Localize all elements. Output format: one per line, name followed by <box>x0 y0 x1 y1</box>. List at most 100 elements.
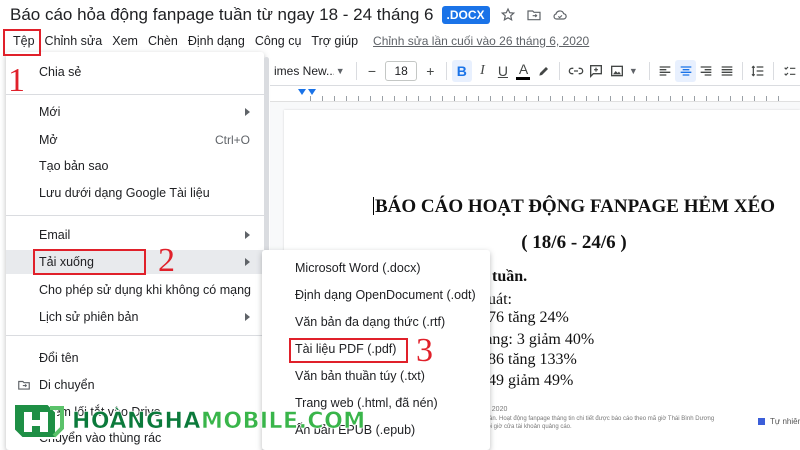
highlight-pen-icon[interactable] <box>534 60 555 82</box>
menu-item-save-as-google-docs[interactable]: Lưu dưới dạng Google Tài liệu <box>6 181 264 205</box>
menu-format[interactable]: Định dạng <box>183 33 250 49</box>
font-family-select[interactable]: imes New... <box>270 64 334 78</box>
annotation-box-pdf <box>289 338 408 363</box>
download-docx[interactable]: Microsoft Word (.docx) <box>262 255 490 281</box>
menu-item-label: Mở <box>39 133 58 147</box>
bold-button[interactable]: B <box>451 59 473 82</box>
font-size-input[interactable]: 18 <box>385 60 418 81</box>
menu-item-label: Lưu dưới dạng Google Tài liệu <box>39 186 210 200</box>
menu-item-offline[interactable]: Cho phép sử dụng khi không có mạng <box>6 278 264 302</box>
last-edit-link[interactable]: Chỉnh sửa lần cuối vào 26 tháng 6, 2020 <box>373 34 589 48</box>
menu-item-label: Đổi tên <box>39 351 79 365</box>
menu-item-label: Chia sẻ <box>39 65 82 79</box>
toolbar-divider <box>648 61 650 80</box>
title-bar: Báo cáo hỏa động fanpage tuần từ ngay 18… <box>0 0 800 30</box>
toolbar-divider <box>741 61 743 80</box>
toolbar-divider <box>559 61 561 80</box>
align-center-icon[interactable] <box>675 59 696 82</box>
align-left-icon[interactable] <box>655 60 676 82</box>
formatting-toolbar: imes New... ▼ − 18 + B I U A ▼ <box>270 56 800 86</box>
document-line: rang: 3 giảm 40% <box>480 331 595 348</box>
menu-item-move[interactable]: Di chuyển <box>6 373 264 397</box>
file-extension-badge: .DOCX <box>441 6 490 24</box>
shortcut-label: Ctrl+O <box>214 133 250 147</box>
menu-item-new[interactable]: Mới <box>6 100 264 124</box>
menu-item-open[interactable]: Mở Ctrl+O <box>6 128 264 152</box>
link-icon[interactable] <box>565 60 586 82</box>
star-icon[interactable] <box>500 7 516 23</box>
menu-item-label: Di chuyển <box>39 378 95 392</box>
menu-item-label: Lịch sử phiên bản <box>39 310 139 324</box>
folder-move-icon <box>17 378 31 392</box>
indent-marker-icon[interactable] <box>298 89 306 95</box>
menu-item-version-history[interactable]: Lịch sử phiên bản <box>6 305 264 329</box>
text-color-label: A <box>518 60 529 77</box>
menu-item-label: Mới <box>39 105 61 119</box>
menu-divider <box>6 94 264 95</box>
annotation-step-3: 3 <box>416 332 433 369</box>
comment-icon[interactable] <box>586 60 607 82</box>
text-color-swatch <box>516 76 531 80</box>
download-odt[interactable]: Định dạng OpenDocument (.odt) <box>262 282 490 308</box>
submenu-arrow-icon <box>245 258 250 266</box>
menu-edit[interactable]: Chỉnh sửa <box>40 33 108 49</box>
toolbar-divider <box>445 61 447 80</box>
document-footnote: tuần. Hoạt động fanpage tháng tin chi ti… <box>484 416 715 422</box>
menu-divider <box>6 335 264 336</box>
document-title[interactable]: Báo cáo hỏa động fanpage tuần từ ngay 18… <box>10 5 434 25</box>
checklist-icon[interactable] <box>779 60 800 82</box>
cloud-icon[interactable] <box>552 7 568 23</box>
align-right-icon[interactable] <box>696 60 717 82</box>
menu-item-make-copy[interactable]: Tạo bản sao <box>6 154 264 178</box>
image-icon[interactable] <box>606 60 627 82</box>
annotation-box-download <box>33 249 146 275</box>
decrease-font-size-button[interactable]: − <box>362 60 383 82</box>
document-line: 576 tăng 24% <box>480 309 569 326</box>
legend-swatch <box>758 418 765 425</box>
submenu-arrow-icon <box>245 231 250 239</box>
watermark-text-part2: MOBILE.COM <box>200 408 366 434</box>
legend-label: Tự nhiên <box>770 417 800 426</box>
submenu-arrow-icon <box>245 108 250 116</box>
menu-item-rename[interactable]: Đổi tên <box>6 346 264 370</box>
menu-help[interactable]: Trợ giúp <box>306 33 363 49</box>
menu-item-label: Email <box>39 228 71 242</box>
menu-divider <box>6 215 264 216</box>
align-justify-icon[interactable] <box>716 60 737 82</box>
brand-logo-icon <box>13 403 64 439</box>
horizontal-ruler[interactable] <box>270 88 800 102</box>
folder-move-icon[interactable] <box>526 7 542 23</box>
menu-bar: Tệp Chỉnh sửa Xem Chèn Định dạng Công cụ… <box>0 30 800 52</box>
menu-view[interactable]: Xem <box>107 33 143 49</box>
line-spacing-icon[interactable] <box>748 60 769 82</box>
watermark-logo: HOÀNGHAMOBILE.COM <box>8 398 366 444</box>
download-txt[interactable]: Văn bản thuần túy (.txt) <box>262 363 490 389</box>
menu-insert[interactable]: Chèn <box>143 33 183 49</box>
document-heading: BÁO CÁO HOẠT ĐỘNG FANPAGE HẺM XÉO <box>354 196 794 218</box>
watermark-text-part1: HOÀNGHA <box>72 408 201 434</box>
menu-item-label: Cho phép sử dụng khi không có mạng <box>39 283 251 297</box>
menu-item-label: Tạo bản sao <box>39 159 109 173</box>
chevron-down-icon[interactable]: ▼ <box>336 66 345 76</box>
underline-button[interactable]: U <box>493 60 514 82</box>
annotation-step-2: 2 <box>158 242 175 279</box>
increase-font-size-button[interactable]: + <box>420 60 441 82</box>
ruler-ticks <box>310 96 780 101</box>
document-line: 049 giảm 49% <box>480 372 574 389</box>
document-line: 186 tăng 133% <box>480 351 577 368</box>
italic-button[interactable]: I <box>472 60 493 82</box>
menu-item-email[interactable]: Email <box>6 223 264 247</box>
indent-marker-icon[interactable] <box>308 89 316 95</box>
chevron-down-icon[interactable]: ▼ <box>629 66 638 76</box>
document-footnote: nội giờ cửa tài khoản quảng cáo. <box>484 424 572 430</box>
toolbar-divider <box>355 61 357 80</box>
annotation-box-file-menu <box>3 29 41 56</box>
watermark-text: HOÀNGHAMOBILE.COM <box>72 408 366 434</box>
annotation-step-1: 1 <box>8 62 25 99</box>
download-rtf[interactable]: Văn bản đa dạng thức (.rtf) <box>262 309 490 335</box>
text-color-button[interactable]: A <box>513 60 534 82</box>
toolbar-divider <box>773 61 775 80</box>
submenu-arrow-icon <box>245 313 250 321</box>
menu-item-share[interactable]: Chia sẻ <box>6 60 264 84</box>
menu-tools[interactable]: Công cụ <box>250 33 307 49</box>
